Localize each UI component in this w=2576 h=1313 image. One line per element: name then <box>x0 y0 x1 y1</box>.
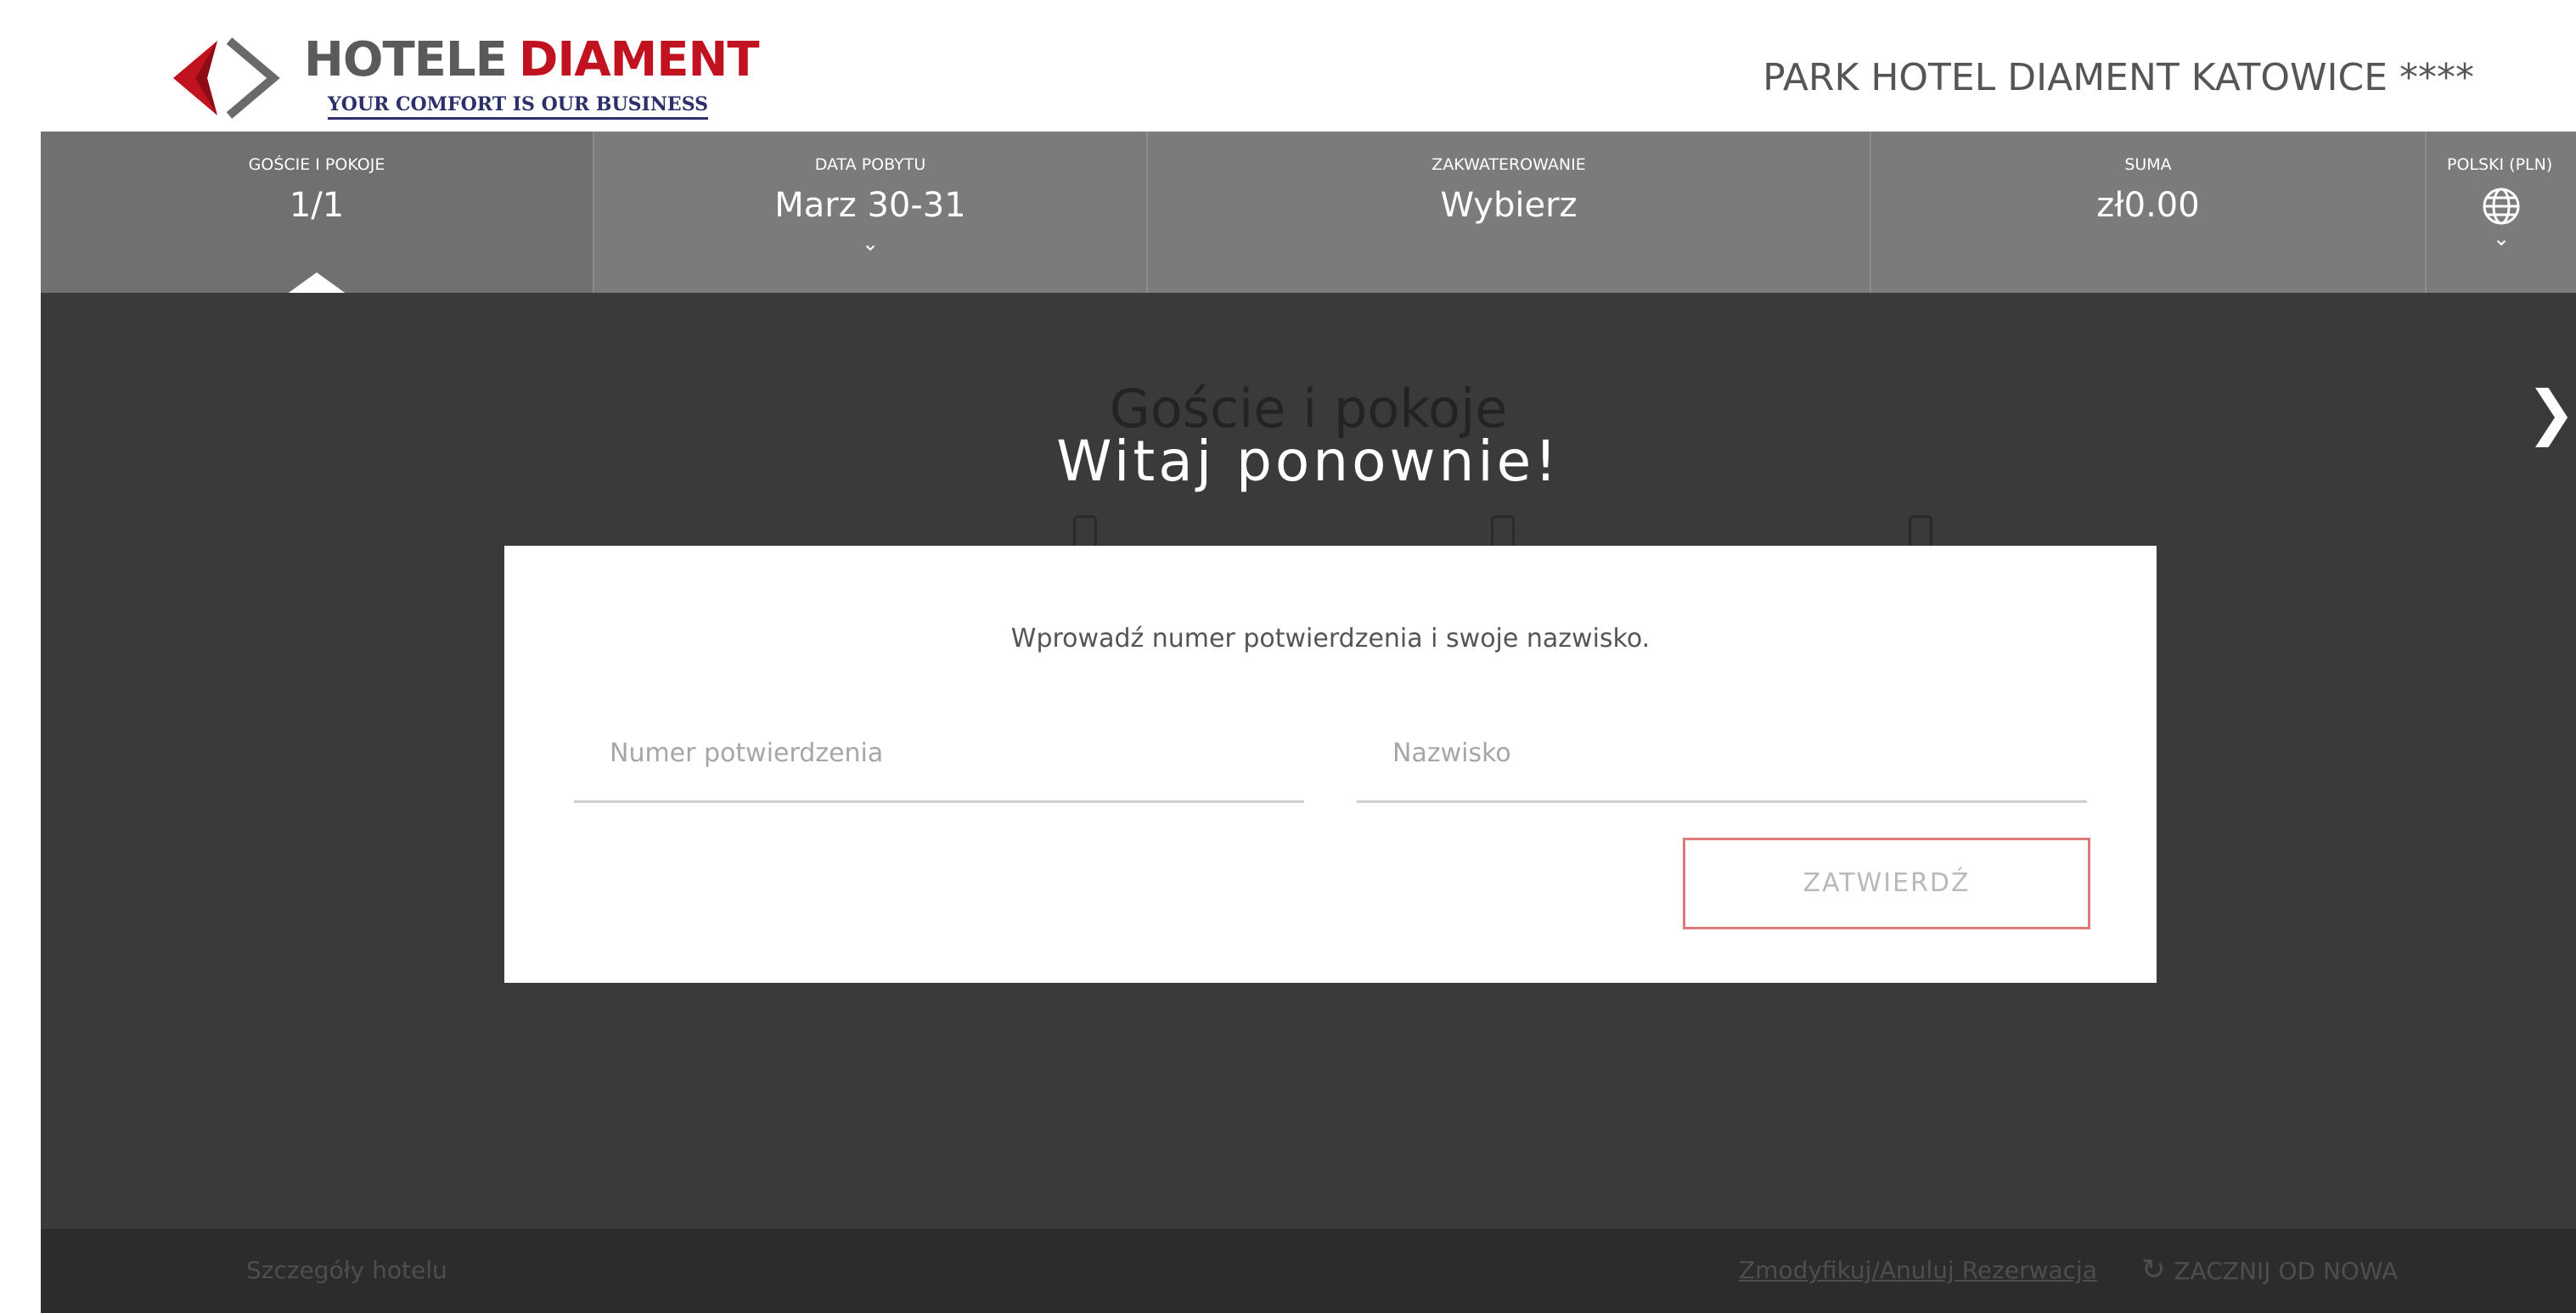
background-control-icon <box>1073 515 1097 549</box>
chevron-down-icon: ⌄ <box>861 232 880 255</box>
nav-tab-value: zł0.00 <box>2096 186 2200 225</box>
nav-tab-label: POLSKI (PLN) <box>2447 155 2553 174</box>
submit-button[interactable]: ZATWIERDŹ <box>1683 838 2090 929</box>
nav-tab-label: ZAKWATEROWANIE <box>1431 155 1586 174</box>
brand-name-part2: DIAMENT <box>518 32 760 87</box>
nav-tab-value: 1/1 <box>289 186 345 225</box>
nav-tab-label: GOŚCIE I POKOJE <box>248 155 385 174</box>
nav-tab-dates[interactable]: DATA POBYTU Marz 30-31 ⌄ <box>594 132 1148 293</box>
restart-button[interactable]: ↻ ZACZNIJ OD NOWA <box>2141 1253 2398 1287</box>
surname-input[interactable] <box>1357 705 2087 800</box>
active-tab-pointer-icon <box>286 272 347 295</box>
hotel-details-link[interactable]: Szczegóły hotelu <box>246 1256 447 1284</box>
restart-icon: ↻ <box>2141 1253 2166 1287</box>
globe-icon <box>2483 188 2520 225</box>
brand-tagline: YOUR COMFORT IS OUR BUSINESS <box>328 93 708 120</box>
booking-nav: GOŚCIE I POKOJE 1/1 DATA POBYTU Marz 30-… <box>41 132 2576 295</box>
nav-tab-value: Marz 30-31 <box>774 186 966 225</box>
background-control-icon <box>1491 515 1515 549</box>
nav-tab-value: Wybierz <box>1440 186 1578 225</box>
lookup-reservation-dialog: Wprowadź numer potwierdzenia i swoje naz… <box>504 546 2157 983</box>
page-footer: Szczegóły hotelu Zmodyfikuj/Anuluj Rezer… <box>41 1229 2576 1313</box>
hotel-logo[interactable]: HOTELE DIAMENT YOUR COMFORT IS OUR BUSINE… <box>170 29 764 124</box>
modify-cancel-link[interactable]: Zmodyfikuj/Anuluj Rezerwacja <box>1739 1256 2097 1284</box>
diamond-logo-icon <box>173 37 280 119</box>
hotel-name: PARK HOTEL DIAMENT KATOWICE **** <box>1763 56 2474 99</box>
nav-tab-guests[interactable]: GOŚCIE I POKOJE 1/1 <box>41 132 594 295</box>
dialog-instruction: Wprowadź numer potwierdzenia i swoje naz… <box>1010 624 1651 654</box>
welcome-heading: Witaj ponownie! <box>1056 429 1561 494</box>
nav-tab-label: SUMA <box>2124 155 2172 174</box>
chevron-down-icon: ⌄ <box>2492 227 2511 250</box>
restart-label: ZACZNIJ OD NOWA <box>2174 1257 2399 1285</box>
site-header: HOTELE DIAMENT YOUR COMFORT IS OUR BUSINE… <box>0 0 2576 132</box>
nav-tab-accommodation[interactable]: ZAKWATEROWANIE Wybierz <box>1148 132 1871 293</box>
confirmation-number-field <box>574 705 1304 803</box>
surname-field <box>1357 705 2087 803</box>
brand-name-part1: HOTELE <box>304 32 508 87</box>
background-control-icon <box>1909 515 1932 549</box>
nav-tab-total[interactable]: SUMA zł0.00 <box>1871 132 2427 293</box>
nav-tab-language[interactable]: POLSKI (PLN) ⌄ <box>2427 132 2576 293</box>
brand-name: HOTELE DIAMENT <box>304 32 760 87</box>
nav-tab-label: DATA POBYTU <box>814 155 926 174</box>
confirmation-number-input[interactable] <box>574 705 1304 800</box>
